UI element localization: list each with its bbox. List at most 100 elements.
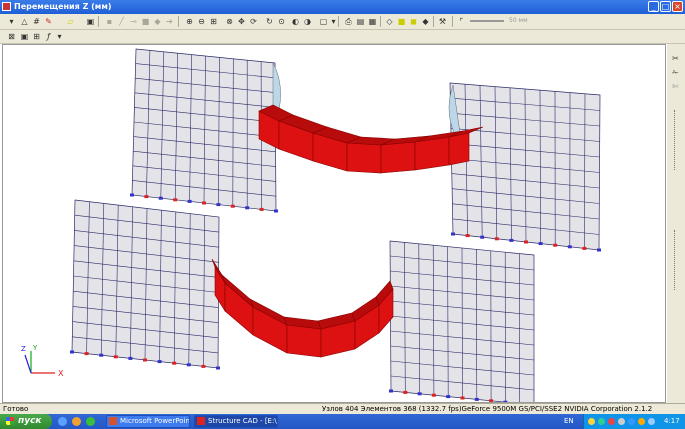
zoom-out-icon[interactable]: ⊖ bbox=[196, 16, 207, 27]
cut-icon[interactable]: ✂ bbox=[670, 54, 681, 64]
panel-icon[interactable]: ▣ bbox=[19, 31, 30, 42]
taskbar-item-powerpoint[interactable]: Microsoft PowerPoint ... bbox=[106, 415, 190, 428]
beam-upper-segment bbox=[346, 142, 382, 174]
wall-lower-right-support bbox=[417, 392, 422, 396]
right-toolbar: ✂ ✁ ✄ bbox=[667, 44, 685, 403]
grid-tool-icon[interactable]: # bbox=[31, 16, 42, 27]
cube-yellow-icon[interactable]: ■ bbox=[396, 16, 407, 27]
zoom-window-icon[interactable]: ⊞ bbox=[208, 16, 219, 27]
status-model-info: Узлов 404 Элементов 368 (1332.7 fps)GeFo… bbox=[322, 405, 653, 413]
pencil-icon[interactable]: ✎ bbox=[43, 16, 54, 27]
wall-lower-right-support bbox=[403, 390, 408, 394]
cube-solid-icon[interactable]: ◆ bbox=[420, 16, 431, 27]
status-ready: Готово bbox=[3, 405, 29, 413]
taskbar: пуск Microsoft PowerPoint ... Structure … bbox=[0, 414, 685, 429]
tray-icon-3[interactable] bbox=[608, 418, 615, 425]
quicklaunch-icon[interactable] bbox=[86, 417, 95, 426]
wall-upper-right-support bbox=[451, 232, 455, 236]
cube-shaded-icon[interactable]: ◼ bbox=[408, 16, 419, 27]
language-indicator[interactable]: EN bbox=[564, 414, 574, 429]
tray-icon-2[interactable] bbox=[598, 418, 605, 425]
wall-upper-left-support bbox=[259, 207, 264, 211]
model-canvas[interactable]: X YZ bbox=[3, 45, 665, 402]
status-bar: Готово Узлов 404 Элементов 368 (1332.7 f… bbox=[0, 403, 685, 414]
wall-lower-left-support bbox=[216, 366, 220, 370]
taskbar-item-structurecad[interactable]: Structure CAD - [E:\... bbox=[194, 415, 278, 428]
document-icon[interactable]: ▦ bbox=[367, 16, 378, 27]
minimize-button[interactable]: _ bbox=[648, 1, 659, 12]
wall-lower-right-support bbox=[474, 397, 479, 401]
tools-icon[interactable]: ⚒ bbox=[437, 16, 448, 27]
beam-upper-segment bbox=[380, 141, 416, 174]
triangle-tool-icon[interactable]: △ bbox=[19, 16, 30, 27]
pointer-tool-icon[interactable]: ◆ bbox=[152, 16, 163, 27]
function-dropdown-icon[interactable]: ▾ bbox=[54, 31, 65, 42]
square-tool-icon[interactable]: ■ bbox=[140, 16, 151, 27]
beam-upper-segment bbox=[414, 136, 450, 171]
wall-upper-right-support bbox=[567, 245, 572, 249]
wall-lower-left-support bbox=[157, 360, 162, 364]
zoom-in-icon[interactable]: ⊕ bbox=[184, 16, 195, 27]
wall-upper-left-support bbox=[274, 209, 278, 213]
model-viewport[interactable]: X YZ bbox=[2, 44, 666, 403]
scale-corner-icon: ⌜ bbox=[459, 17, 464, 26]
main-toolbar: ▾ △ # ✎ ▱ ▣ ▪ ╱ ⊸ ■ ◆ ➔ ⊕ ⊖ ⊞ ⊗ ✥ ⟳ ↻ ⊙ … bbox=[0, 14, 685, 30]
wall-lower-right-support bbox=[489, 399, 494, 402]
scissors-icon[interactable]: ✁ bbox=[670, 68, 681, 78]
powerpoint-icon bbox=[109, 417, 117, 425]
wall-lower-right-support bbox=[431, 393, 436, 397]
function-icon[interactable]: ƒ bbox=[43, 31, 54, 42]
rotate-icon[interactable]: ⟳ bbox=[248, 16, 259, 27]
tray-icon-6[interactable] bbox=[638, 418, 645, 425]
wall-upper-left-support bbox=[158, 196, 163, 200]
window-icon[interactable]: ▣ bbox=[85, 16, 96, 27]
tray-icon-1[interactable] bbox=[588, 418, 595, 425]
pan-icon[interactable]: ✥ bbox=[236, 16, 247, 27]
wall-upper-left-support bbox=[144, 195, 149, 199]
wall-lower-right-support bbox=[446, 395, 451, 399]
wall-upper-left-support bbox=[130, 193, 134, 197]
close-button[interactable]: × bbox=[672, 1, 683, 12]
link-tool-icon[interactable]: ⊸ bbox=[128, 16, 139, 27]
wall-upper-right-support bbox=[494, 237, 499, 241]
tray-icon-5[interactable] bbox=[628, 418, 635, 425]
structurecad-icon bbox=[197, 417, 205, 425]
tray-icon-7[interactable] bbox=[648, 418, 655, 425]
disabled-tool-icon[interactable]: ✄ bbox=[670, 82, 681, 92]
parallelogram-icon[interactable]: ▱ bbox=[65, 16, 76, 27]
zoom-all-icon[interactable]: ⊗ bbox=[224, 16, 235, 27]
wall-upper-left-support bbox=[230, 204, 235, 208]
dropdown-arrow-icon[interactable]: ▾ bbox=[6, 16, 17, 27]
scale-slider[interactable] bbox=[470, 20, 504, 22]
axis-z-line bbox=[24, 354, 32, 374]
table-icon[interactable]: ⊞ bbox=[31, 31, 42, 42]
wall-lower-left-support bbox=[201, 364, 206, 368]
panel-gripper[interactable] bbox=[674, 110, 678, 170]
media-icon[interactable] bbox=[72, 417, 81, 426]
window-title: Перемещения Z (мм) bbox=[14, 2, 112, 11]
view-top-icon[interactable]: ◑ bbox=[302, 16, 313, 27]
wall-lower-left-support bbox=[128, 356, 133, 360]
start-button[interactable]: пуск bbox=[0, 414, 52, 429]
panel-gripper-lower[interactable] bbox=[674, 230, 678, 290]
wall-upper-right-support bbox=[480, 235, 485, 239]
wall-upper-left-support bbox=[202, 201, 206, 205]
print-icon[interactable]: ⎙ bbox=[343, 16, 354, 27]
frame-icon[interactable]: ⊠ bbox=[6, 31, 17, 42]
preview-icon[interactable]: ▤ bbox=[355, 16, 366, 27]
ie-icon[interactable] bbox=[58, 417, 67, 426]
rotate-3d-icon[interactable]: ↻ bbox=[264, 16, 275, 27]
axis-x-label: X bbox=[58, 369, 64, 378]
orbit-icon[interactable]: ⊙ bbox=[276, 16, 287, 27]
maximize-button[interactable]: □ bbox=[660, 1, 671, 12]
wall-upper-left-support bbox=[187, 199, 192, 203]
wall-upper-left-support bbox=[216, 203, 221, 207]
cube-wire-icon[interactable]: ◇ bbox=[384, 16, 395, 27]
move-tool-icon[interactable]: ➔ bbox=[164, 16, 175, 27]
bar-tool-icon[interactable]: ╱ bbox=[116, 16, 127, 27]
view-icon[interactable]: ◐ bbox=[290, 16, 301, 27]
tray-icon-4[interactable] bbox=[618, 418, 625, 425]
wall-lower-left-support bbox=[113, 355, 118, 359]
node-tool-icon[interactable]: ▪ bbox=[104, 16, 115, 27]
wall-upper-left-support bbox=[245, 206, 250, 210]
